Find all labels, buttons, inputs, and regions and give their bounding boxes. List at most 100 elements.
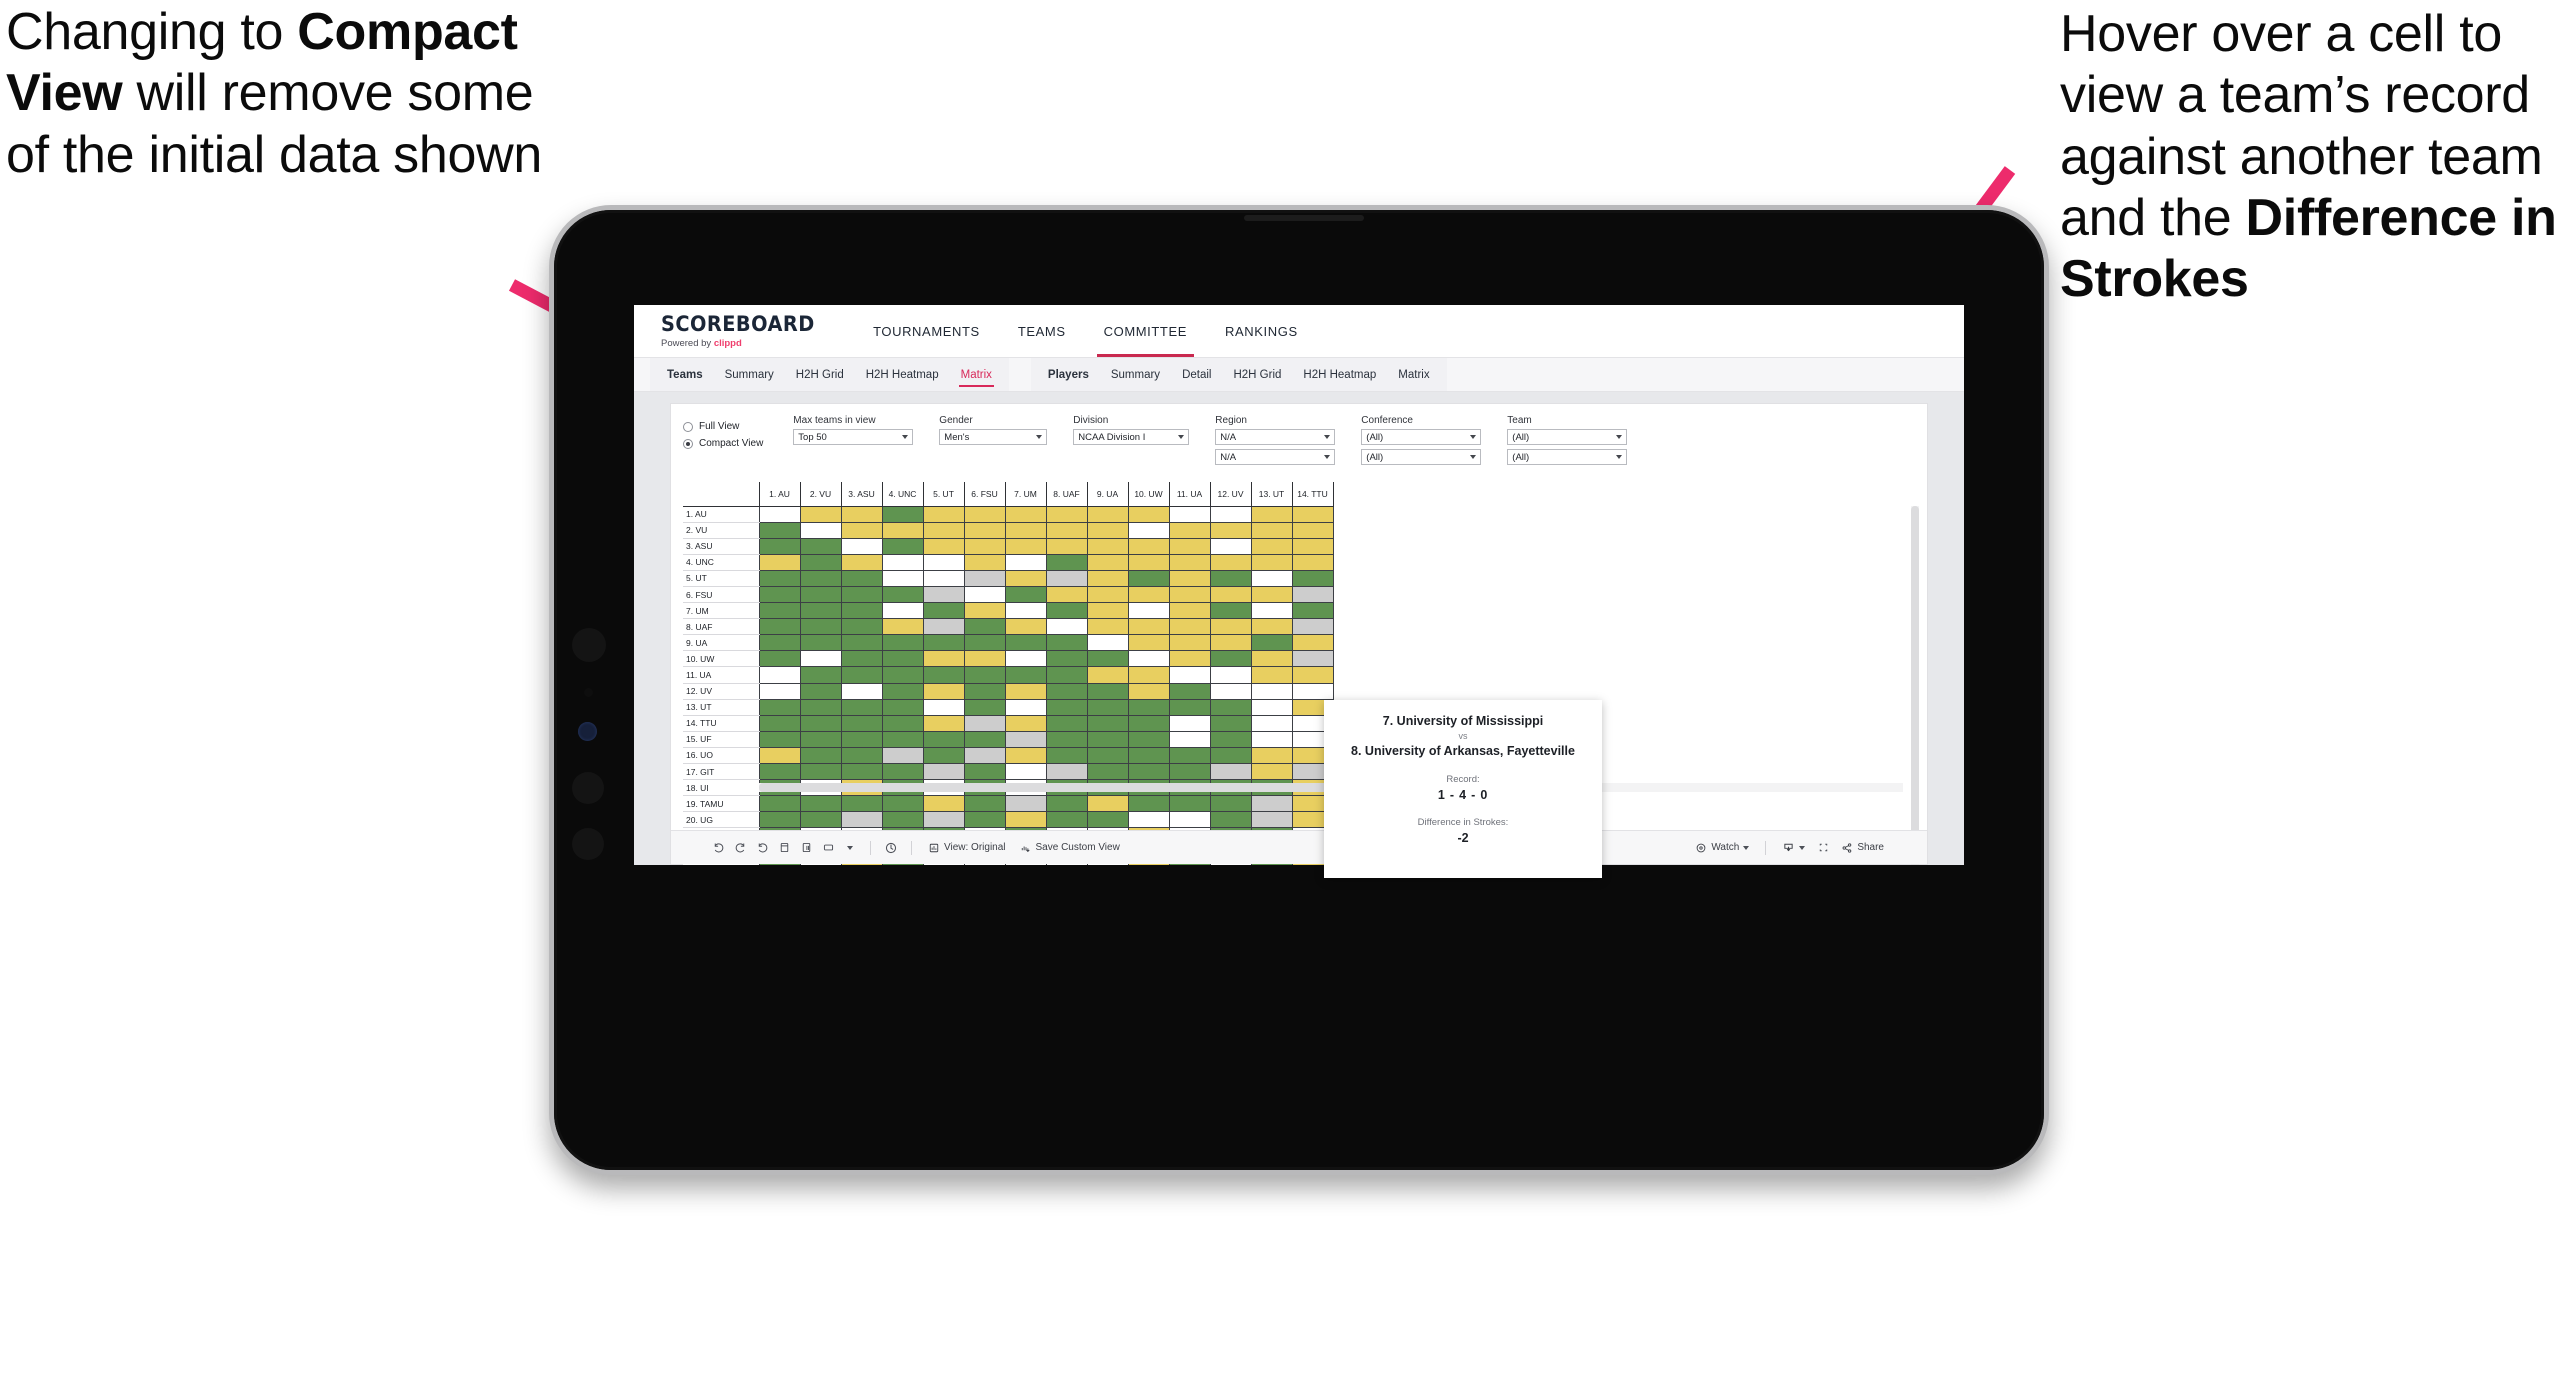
matrix-cell[interactable]: [922, 746, 965, 765]
matrix-column-header[interactable]: 5. UT: [922, 482, 965, 507]
matrix-cell[interactable]: [1127, 553, 1170, 571]
tab-players-summary[interactable]: Summary: [1100, 358, 1171, 392]
matrix-cell[interactable]: [799, 666, 842, 684]
tab-teams-summary[interactable]: Summary: [714, 358, 785, 392]
matrix-cell[interactable]: [963, 730, 1006, 748]
matrix-cell[interactable]: [1086, 682, 1129, 700]
matrix-cell[interactable]: [881, 811, 924, 829]
matrix-cell[interactable]: [1291, 585, 1334, 604]
matrix-row-header[interactable]: 11. UA: [683, 666, 759, 684]
matrix-cell[interactable]: [840, 634, 883, 652]
matrix-cell[interactable]: [1250, 505, 1293, 523]
matrix-cell[interactable]: [1250, 650, 1293, 668]
matrix-cell[interactable]: [1209, 521, 1252, 539]
matrix-cell[interactable]: [963, 537, 1006, 555]
matrix-cell[interactable]: [1045, 553, 1088, 571]
share-button[interactable]: Share: [1834, 842, 1891, 854]
matrix-cell[interactable]: [1004, 537, 1047, 555]
matrix-column-header[interactable]: 9. UA: [1086, 482, 1129, 507]
matrix-row-header[interactable]: 14. TTU: [683, 715, 759, 732]
matrix-cell[interactable]: [840, 537, 883, 555]
matrix-cell[interactable]: [922, 795, 965, 813]
matrix-cell[interactable]: [799, 650, 842, 668]
matrix-cell[interactable]: [1086, 521, 1129, 539]
matrix-cell[interactable]: [1168, 553, 1211, 571]
matrix-cell[interactable]: [881, 650, 924, 668]
matrix-cell[interactable]: [881, 585, 924, 604]
matrix-cell[interactable]: [758, 537, 801, 555]
matrix-cell[interactable]: [840, 521, 883, 539]
matrix-cell[interactable]: [1168, 762, 1211, 781]
matrix-cell[interactable]: [881, 795, 924, 813]
matrix-cell[interactable]: [963, 714, 1006, 732]
matrix-cell[interactable]: [799, 602, 842, 620]
matrix-cell[interactable]: [1127, 795, 1170, 813]
matrix-cell[interactable]: [922, 634, 965, 652]
matrix-cell[interactable]: [1291, 682, 1334, 700]
matrix-cell[interactable]: [1045, 537, 1088, 555]
matrix-cell[interactable]: [758, 634, 801, 652]
matrix-cell[interactable]: [1045, 714, 1088, 732]
matrix-cell[interactable]: [840, 650, 883, 668]
matrix-cell[interactable]: [1250, 811, 1293, 829]
matrix-cell[interactable]: [1209, 811, 1252, 829]
matrix-cell[interactable]: [799, 746, 842, 765]
matrix-cell[interactable]: [963, 569, 1006, 587]
matrix-cell[interactable]: [1291, 666, 1334, 684]
matrix-cell[interactable]: [1127, 730, 1170, 748]
matrix-cell[interactable]: [1045, 521, 1088, 539]
h2h-matrix[interactable]: 1. AU 2. VU 3. ASU 4. UNC 5. UT 6. FSU 7. UM 8.…: [683, 482, 1919, 865]
redo-icon[interactable]: [729, 837, 751, 859]
tab-teams-h2h-heatmap[interactable]: H2H Heatmap: [855, 358, 950, 392]
division-select[interactable]: NCAA Division I: [1073, 429, 1190, 445]
matrix-cell[interactable]: [1004, 762, 1047, 781]
matrix-cell[interactable]: [1004, 730, 1047, 748]
matrix-column-header[interactable]: 1. AU: [758, 482, 801, 507]
matrix-cell[interactable]: [1168, 811, 1211, 829]
matrix-cell[interactable]: [758, 666, 801, 684]
matrix-cell[interactable]: [881, 553, 924, 571]
topnav-item-tournaments[interactable]: TOURNAMENTS: [854, 305, 999, 357]
matrix-cell[interactable]: [1004, 795, 1047, 813]
matrix-cell[interactable]: [758, 811, 801, 829]
matrix-cell[interactable]: [799, 569, 842, 587]
matrix-cell[interactable]: [1127, 569, 1170, 587]
matrix-row-header[interactable]: 9. UA: [683, 634, 759, 652]
matrix-cell[interactable]: [1291, 537, 1334, 555]
radio-full-view[interactable]: Full View: [683, 421, 763, 432]
topnav-item-rankings[interactable]: RANKINGS: [1206, 305, 1317, 357]
matrix-cell[interactable]: [840, 682, 883, 700]
matrix-cell[interactable]: [1209, 537, 1252, 555]
matrix-cell[interactable]: [881, 537, 924, 555]
matrix-cell[interactable]: [1209, 730, 1252, 748]
matrix-cell[interactable]: [1250, 521, 1293, 539]
matrix-cell[interactable]: [840, 602, 883, 620]
refresh-data-icon[interactable]: [773, 837, 795, 859]
matrix-row-header[interactable]: 2. VU: [683, 522, 759, 539]
matrix-cell[interactable]: [1086, 634, 1129, 652]
matrix-cell[interactable]: [922, 505, 965, 523]
radio-compact-view[interactable]: Compact View: [683, 438, 763, 449]
matrix-cell[interactable]: [1209, 505, 1252, 523]
matrix-cell[interactable]: [799, 585, 842, 604]
matrix-cell[interactable]: [881, 682, 924, 700]
matrix-cell[interactable]: [1086, 730, 1129, 748]
matrix-cell[interactable]: [922, 682, 965, 700]
matrix-cell[interactable]: [799, 762, 842, 781]
matrix-cell[interactable]: [922, 618, 965, 636]
matrix-cell[interactable]: [1127, 682, 1170, 700]
matrix-cell[interactable]: [1168, 521, 1211, 539]
matrix-cell[interactable]: [881, 762, 924, 781]
matrix-cell[interactable]: [963, 553, 1006, 571]
matrix-cell[interactable]: [1045, 698, 1088, 716]
matrix-row-header[interactable]: 18. UI: [683, 779, 759, 797]
matrix-cell[interactable]: [758, 698, 801, 716]
matrix-cell[interactable]: [1250, 585, 1293, 604]
matrix-row-header[interactable]: 5. UT: [683, 570, 759, 587]
matrix-cell[interactable]: [963, 521, 1006, 539]
matrix-cell[interactable]: [922, 602, 965, 620]
matrix-cell[interactable]: [881, 698, 924, 716]
matrix-cell[interactable]: [1209, 714, 1252, 732]
scrollbar-thumb[interactable]: [1911, 506, 1919, 865]
matrix-cell[interactable]: [1086, 795, 1129, 813]
